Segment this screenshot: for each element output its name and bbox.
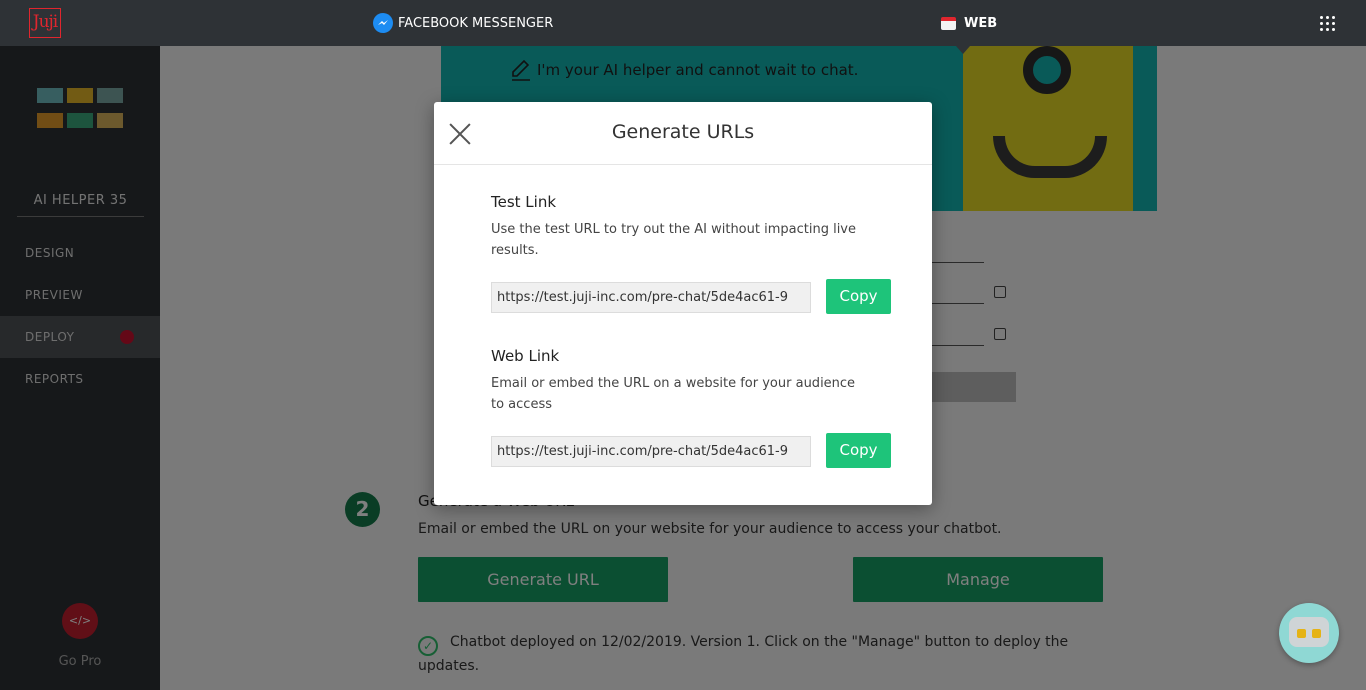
test-url-field[interactable] <box>491 282 811 313</box>
robot-eye-icon <box>1297 629 1306 638</box>
tab-facebook-messenger[interactable]: FACEBOOK MESSENGER <box>373 0 553 46</box>
robot-eye-icon <box>1312 629 1321 638</box>
web-link-title: Web Link <box>491 347 560 365</box>
apps-grid-icon[interactable] <box>1320 16 1335 31</box>
tab-web-label: WEB <box>964 15 998 31</box>
active-tab-caret <box>956 46 970 54</box>
modal-header: Generate URLs <box>434 102 932 165</box>
test-link-title: Test Link <box>491 193 557 211</box>
calendar-icon <box>941 16 956 30</box>
tab-web[interactable]: WEB <box>941 0 997 46</box>
copy-web-url-button[interactable]: Copy <box>826 433 891 468</box>
juji-logo[interactable]: Juji <box>29 8 61 38</box>
generate-urls-modal: Generate URLs Test Link Use the test URL… <box>434 102 932 505</box>
modal-title: Generate URLs <box>611 121 755 143</box>
web-link-description: Email or embed the URL on a website for … <box>491 376 856 412</box>
chatbot-launcher[interactable] <box>1279 603 1339 663</box>
web-url-field[interactable] <box>491 436 811 467</box>
robot-icon <box>1289 617 1329 647</box>
tab-facebook-label: FACEBOOK MESSENGER <box>398 15 554 31</box>
messenger-icon <box>373 13 393 33</box>
test-link-description: Use the test URL to try out the AI witho… <box>491 222 856 258</box>
top-bar: Juji FACEBOOK MESSENGER WEB <box>0 0 1366 46</box>
copy-test-url-button[interactable]: Copy <box>826 279 891 314</box>
